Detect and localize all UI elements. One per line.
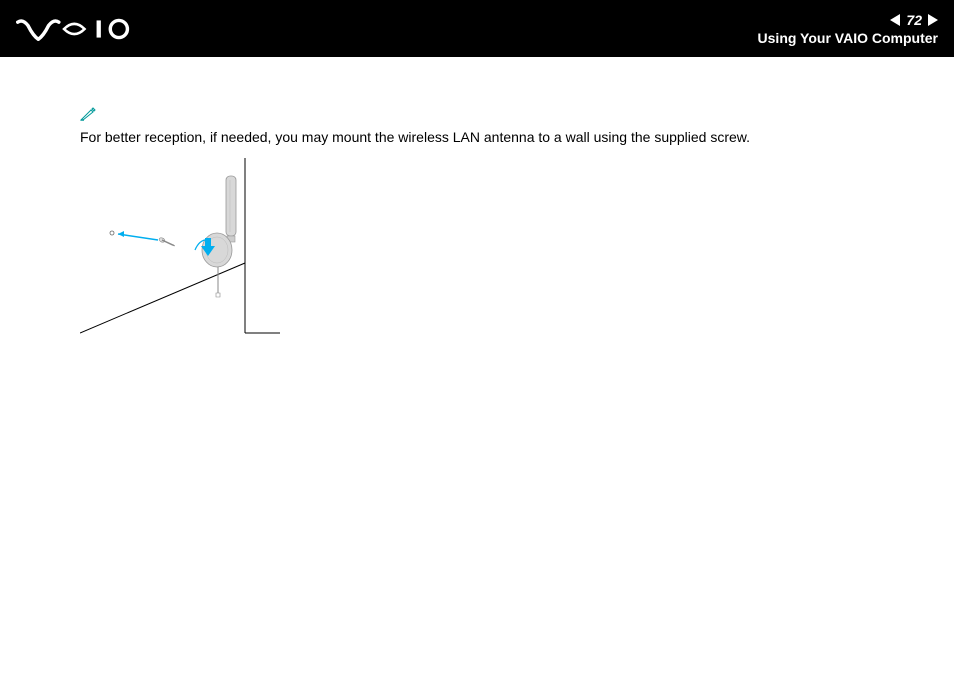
next-page-button[interactable] (928, 14, 938, 26)
page-nav: 72 (890, 12, 938, 28)
note-icon (80, 107, 874, 124)
antenna-mount-illustration (80, 158, 874, 343)
vaio-logo (16, 17, 136, 41)
header-right: 72 Using Your VAIO Computer (758, 12, 938, 46)
prev-page-button[interactable] (890, 14, 900, 26)
page-content: For better reception, if needed, you may… (0, 57, 954, 393)
section-title: Using Your VAIO Computer (758, 30, 938, 46)
page-header: 72 Using Your VAIO Computer (0, 0, 954, 57)
page-number: 72 (906, 12, 922, 28)
note-text: For better reception, if needed, you may… (80, 128, 874, 148)
